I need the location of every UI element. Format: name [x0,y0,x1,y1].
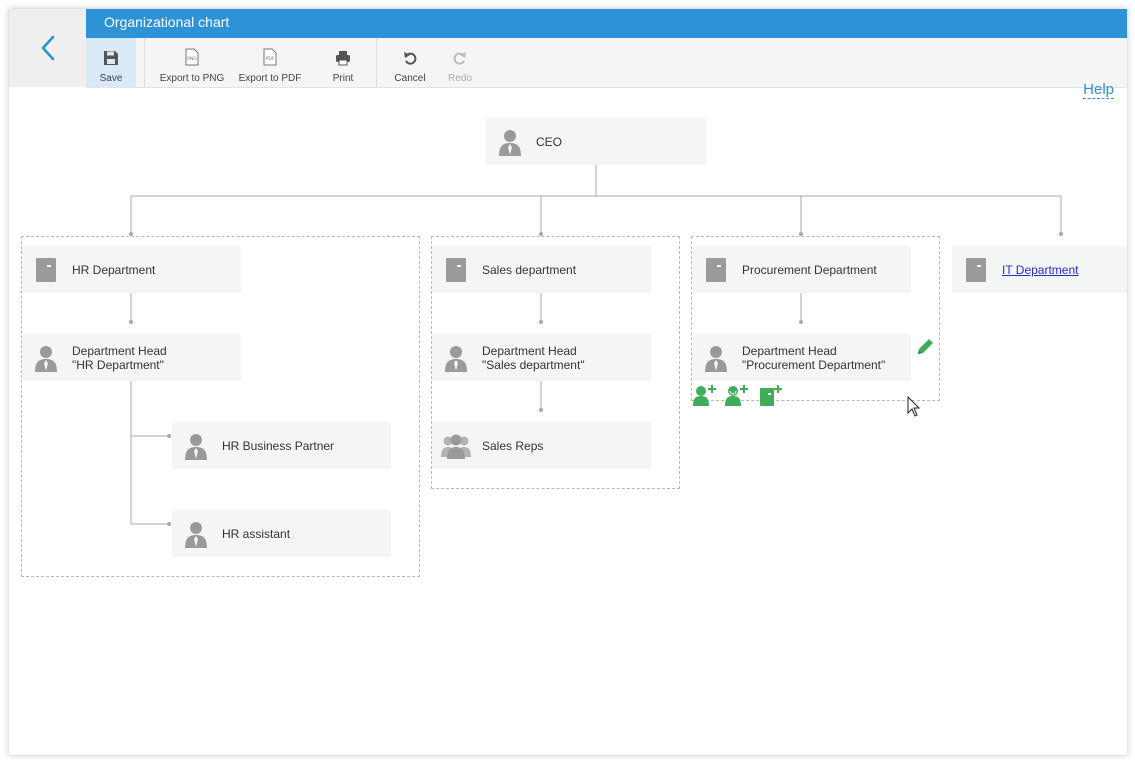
node-label: HR assistant [222,526,291,541]
person-icon [498,128,522,156]
department-icon [34,257,58,282]
redo-icon [453,52,466,65]
node-label: Department Head "Sales department" [482,344,585,372]
svg-text:PDF: PDF [266,56,275,62]
save-button[interactable]: Save [86,38,136,87]
node-label: Department Head "Procurement Department" [742,344,885,372]
svg-text:PNG: PNG [187,56,197,62]
add-employee-button[interactable] [693,384,717,411]
cancel-button[interactable]: Cancel [390,38,430,87]
person-icon [444,344,468,372]
back-button[interactable] [9,9,86,87]
department-icon [964,257,988,282]
node-hr-department-head[interactable]: Department Head "HR Department" [22,334,241,381]
person-icon [184,432,208,460]
save-label: Save [99,73,123,84]
node-sales-reps[interactable]: Sales Reps [432,422,651,469]
png-file-icon: PNG [185,48,199,66]
toolbar-divider [376,38,377,87]
department-icon [444,257,468,282]
window-title-bar: Organizational chart [86,9,1127,38]
person-icon [184,520,208,548]
pencil-icon [918,339,933,354]
chart-canvas: CEO HR Department Department Head "HR De… [9,88,1127,755]
edit-node-button[interactable] [915,337,935,362]
add-department-button[interactable] [759,384,783,411]
toolbar: Save PNG Export to PNG PDF Export to PDF [86,38,1127,99]
add-assistant-icon [725,385,748,406]
node-label-line2: "HR Department" [72,357,164,372]
node-label-line2: "Sales department" [482,357,585,372]
node-label: CEO [536,134,563,149]
redo-label: Redo [448,73,472,84]
node-label: HR Department [72,262,156,277]
print-button[interactable]: Print [322,38,364,87]
department-icon [704,257,728,282]
export-png-button[interactable]: PNG Export to PNG [159,38,225,87]
node-it-department[interactable]: IT Department [952,246,1127,293]
window-title: Organizational chart [104,14,230,30]
node-label: Procurement Department [742,262,877,277]
add-assistant-button[interactable] [725,384,749,411]
node-label-line1: Department Head [72,343,167,358]
cancel-label: Cancel [394,73,426,84]
export-pdf-label: Export to PDF [238,73,302,84]
back-panel [9,9,86,87]
node-label: HR Business Partner [222,438,335,453]
printer-icon [336,51,350,66]
add-department-icon [760,385,782,406]
org-chart-window: Organizational chart Save PNG Export to … [9,9,1127,755]
person-icon [34,344,58,372]
people-group-icon [441,433,471,459]
node-label-link[interactable]: IT Department [1002,263,1078,277]
node-hr-business-partner[interactable]: HR Business Partner [172,422,391,469]
node-sales-department[interactable]: Sales department [432,246,651,293]
node-label-line1: Department Head [742,343,837,358]
node-hr-assistant[interactable]: HR assistant [172,510,391,557]
save-icon [104,51,118,65]
node-label: Sales Reps [482,438,544,453]
node-hr-department[interactable]: HR Department [22,246,241,293]
node-label: Sales department [482,262,577,277]
add-person-icon [693,385,716,406]
node-label-line2: "Procurement Department" [742,357,886,372]
undo-icon [404,52,417,65]
node-procurement-department[interactable]: Procurement Department [692,246,911,293]
export-pdf-button[interactable]: PDF Export to PDF [237,38,303,87]
print-label: Print [332,73,354,84]
node-sales-department-head[interactable]: Department Head "Sales department" [432,334,651,381]
redo-button[interactable]: Redo [440,38,480,87]
chevron-left-icon [41,35,54,61]
node-label: Department Head "HR Department" [72,344,167,372]
person-icon [704,344,728,372]
toolbar-divider [144,38,145,87]
node-ceo[interactable]: CEO [486,118,706,165]
node-label-line1: Department Head [482,343,577,358]
node-procurement-department-head[interactable]: Department Head "Procurement Department" [692,334,911,381]
export-png-label: Export to PNG [159,73,225,84]
pdf-file-icon: PDF [263,48,277,66]
